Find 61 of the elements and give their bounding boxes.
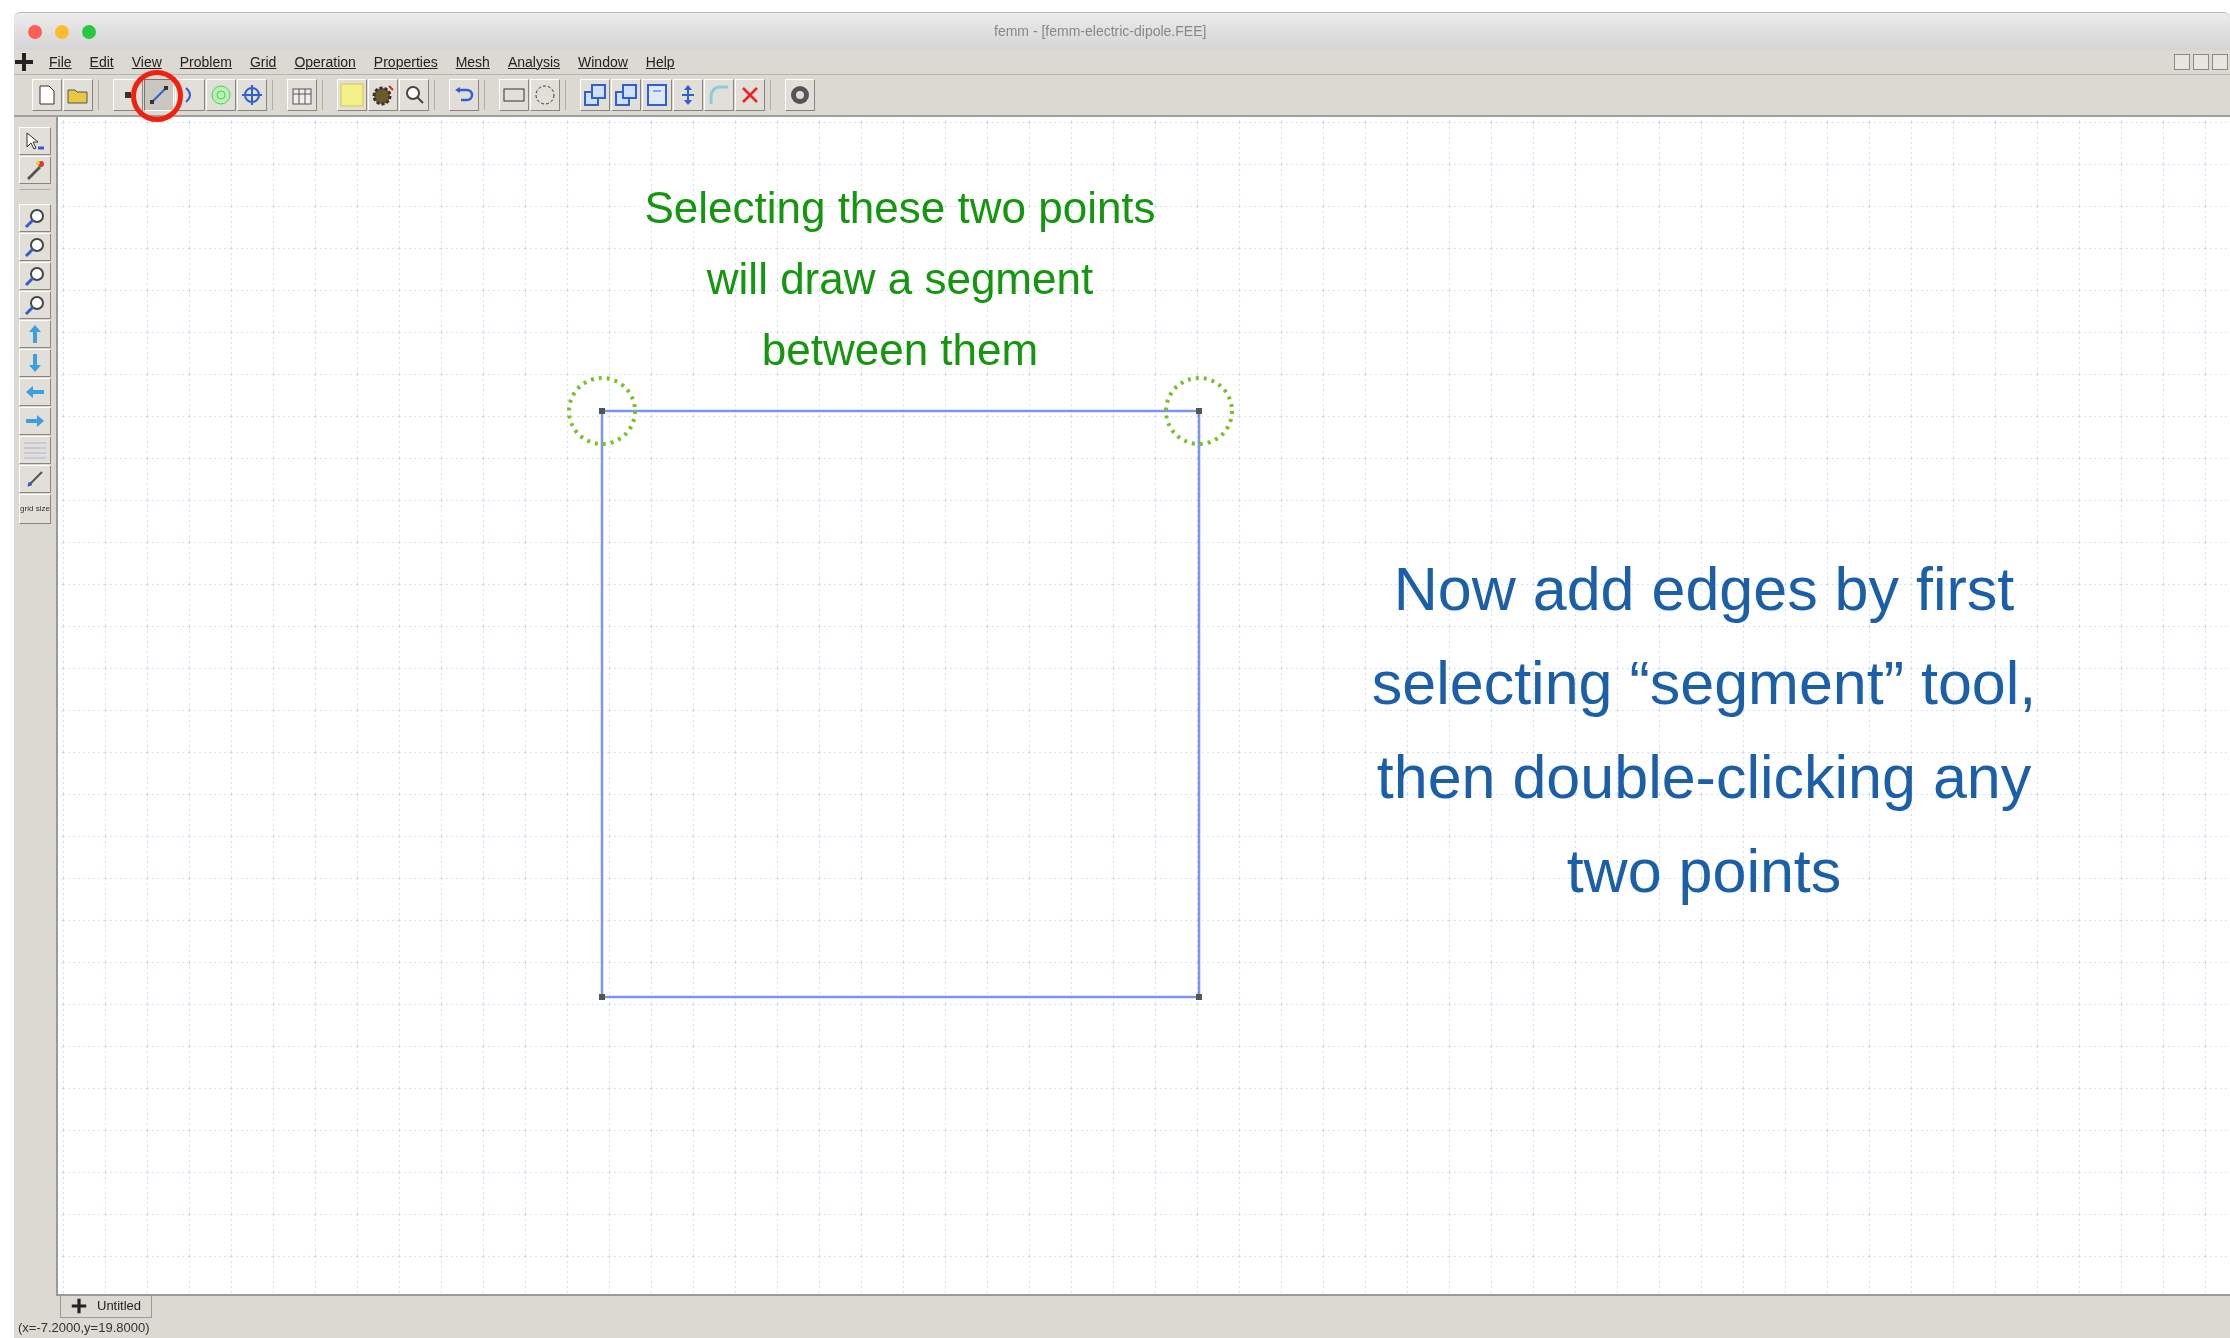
zoom-icon	[24, 265, 46, 287]
down-arrow-icon	[28, 353, 42, 373]
curve-icon	[708, 84, 730, 106]
group-icon	[240, 83, 264, 107]
node-point	[599, 994, 605, 1000]
overlapping-squares-icon	[583, 83, 607, 107]
line-icon	[149, 85, 169, 105]
circle-target-icon	[210, 84, 232, 106]
annotation-text: Now add edges by first selecting “segment” tool, then double-clicking any two points	[1371, 554, 2037, 907]
minimize-button[interactable]	[2174, 54, 2190, 70]
square-icon	[340, 83, 364, 107]
document-tab[interactable]: Untitled	[60, 1294, 153, 1318]
grid-lines-icon	[23, 439, 47, 461]
zoom-icon	[24, 236, 46, 258]
left-arrow-icon	[25, 385, 45, 399]
tab-label: Untitled	[97, 1296, 142, 1315]
folder-icon	[67, 86, 89, 104]
delete-icon	[740, 85, 760, 105]
menu-item[interactable]: Properties	[368, 51, 443, 73]
toolbar-button[interactable]	[144, 79, 174, 111]
pointer-icon	[24, 130, 46, 152]
dotted-circle	[567, 376, 637, 446]
settings-icon	[789, 84, 811, 106]
grid-size-button[interactable]: grid size	[19, 494, 51, 524]
overlapping-squares-icon	[614, 83, 638, 107]
drawing-canvas[interactable]: Selecting these two points will draw a segment between them Now add edges by first selecting “segment” tool, then double-clicking any two points	[58, 117, 2230, 1296]
app-icon	[71, 1297, 87, 1314]
up-arrow-icon	[28, 324, 42, 344]
menu-item[interactable]: Analysis	[502, 51, 566, 73]
snap-icon	[26, 470, 44, 488]
zoom-icon	[24, 294, 46, 316]
menu-item[interactable]: Problem	[174, 51, 237, 73]
menu-item[interactable]: Grid	[244, 51, 282, 73]
menu-item[interactable]: View	[126, 51, 167, 73]
right-arrow-icon	[25, 414, 45, 428]
document-icon	[39, 85, 55, 105]
selection-highlight-ring	[131, 70, 183, 122]
window-title: femm - [femm-electric-dipole.FEE]	[994, 22, 1207, 41]
rectangle-icon	[502, 87, 526, 103]
node-point	[599, 408, 605, 414]
close-button[interactable]	[28, 24, 42, 39]
frame-icon	[646, 83, 668, 107]
menu-item[interactable]: File	[44, 51, 77, 73]
node-point	[1196, 408, 1202, 414]
menu-item[interactable]: Help	[640, 51, 680, 73]
gear-icon	[371, 84, 395, 106]
menu-item[interactable]: Edit	[84, 51, 119, 73]
app-icon	[14, 52, 34, 72]
zoom-icon	[24, 207, 46, 229]
magnifier-icon	[403, 84, 425, 106]
circle-icon	[534, 84, 556, 106]
dotted-circle	[1164, 376, 1234, 446]
menu-item[interactable]: Mesh	[450, 51, 495, 73]
undo-icon	[453, 86, 475, 104]
menu-item[interactable]: Window	[573, 51, 633, 73]
annotation-text: Selecting these two points will draw a segment between them	[644, 182, 1156, 376]
node-point	[1196, 994, 1202, 1000]
restore-button[interactable]	[2193, 54, 2209, 70]
status-text: (x=-7.2000,y=19.8000)	[18, 1319, 150, 1338]
close-button[interactable]	[2212, 54, 2228, 70]
menu-item[interactable]: Operation	[289, 51, 361, 73]
